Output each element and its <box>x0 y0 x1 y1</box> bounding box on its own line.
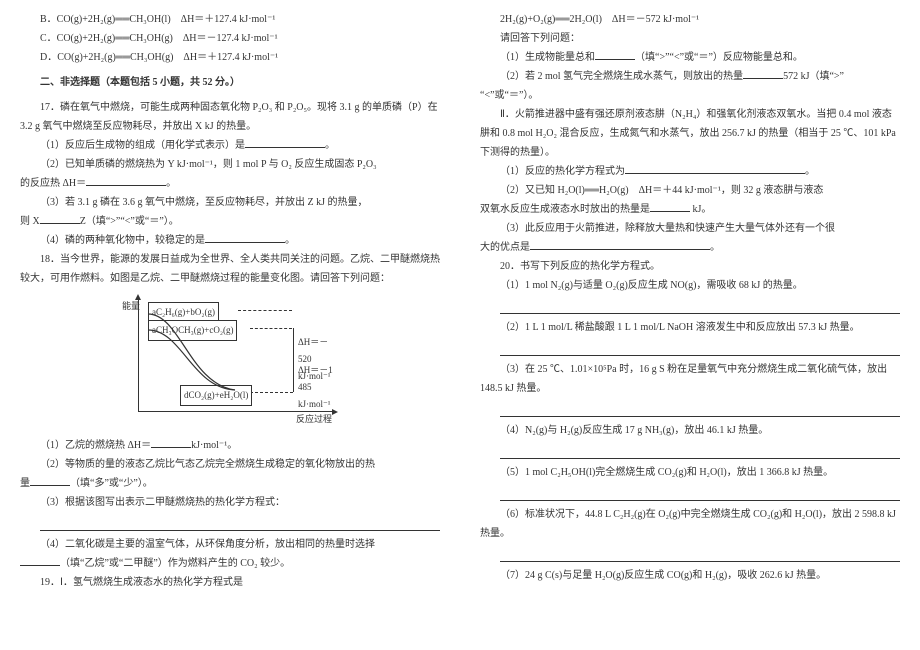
q17-3b-mid: Z（填“>”“<”或“＝”）。 <box>80 216 179 227</box>
q20-4: （4）N₂(g)与 H₂(g)反应生成 17 g NH₃(g)，放出 46.1 … <box>480 421 900 440</box>
q20-6: （6）标准状况下，44.8 L C₂H₂(g)在 O₂(g)中完全燃烧生成 CO… <box>480 505 900 543</box>
q19-II-3a: （3）此反应用于火箭推进，除释放大量热和快速产生大量气体外还有一个很 <box>480 219 900 238</box>
q18-3: （3）根据该图写出表示二甲醚燃烧热的热化学方程式： <box>20 493 440 512</box>
q19-2-mid: 572 kJ（填“>” <box>783 71 844 82</box>
option-c: C．CO(g)+2H₂(g)══CH₃OH(g) ΔH＝－127.4 kJ·mo… <box>20 29 440 48</box>
q19-II-1: （1）反应的热化学方程式为。 <box>480 162 900 181</box>
q19-1-pre: （1）生成物能量总和 <box>500 52 595 63</box>
q19-II-2b: 双氧水反应生成液态水时放出的热量是 kJ。 <box>480 200 900 219</box>
blank <box>40 213 80 224</box>
q19-II-3b: 大的优点是。 <box>480 238 900 257</box>
q20-1: （1）1 mol N₂(g)与适量 O₂(g)反应生成 NO(g)，需吸收 68… <box>480 276 900 295</box>
q18-4b-suf: （填“乙烷”或“二甲醚”）作为燃料产生的 CO₂ 较少。 <box>60 558 290 569</box>
curve-icon <box>140 310 250 406</box>
q20-2: （2）1 L 1 mol/L 稀盐酸跟 1 L 1 mol/L NaOH 溶液发… <box>480 318 900 337</box>
q19-prompt: 请回答下列问题： <box>480 29 900 48</box>
q17-2b: 的反应热 ΔH＝。 <box>20 174 440 193</box>
bracket-1 <box>289 328 294 392</box>
q19-1: （1）生成物能量总和 （填“>”“<”或“＝”）反应物能量总和。 <box>480 48 900 67</box>
blank <box>205 232 285 243</box>
answer-line <box>500 402 900 417</box>
answer-line <box>500 341 900 356</box>
q18-4a: （4）二氧化碳是主要的温室气体，从环保角度分析，放出相同的热量时选择 <box>20 535 440 554</box>
answer-line <box>500 486 900 501</box>
q19-II-stem: Ⅱ．火箭推进器中盛有强还原剂液态肼（N₂H₄）和强氧化剂液态双氧水。当把 0.4… <box>480 105 900 162</box>
answer-line <box>40 516 440 531</box>
section-2-title: 二、非选择题（本题包括 5 小题，共 52 分。） <box>20 73 440 92</box>
q19-II-2b-pre: 双氧水反应生成液态水时放出的热量是 <box>480 204 650 215</box>
q18-2a: （2）等物质的量的液态乙烷比气态乙烷完全燃烧生成稳定的氧化物放出的热 <box>20 455 440 474</box>
answer-line <box>500 547 900 562</box>
q17-4: （4）磷的两种氧化物中，较稳定的是。 <box>20 231 440 250</box>
right-column: 2H₂(g)+O₂(g)══2H₂O(l) ΔH＝－572 kJ·mol⁻¹ 请… <box>480 10 900 592</box>
q20-3: （3）在 25 ℃、1.01×10⁵Pa 时，16 g S 粉在足量氧气中充分燃… <box>480 360 900 398</box>
q19-1-suf: （填“>”“<”或“＝”）反应物能量总和。 <box>635 52 803 63</box>
q19-II-3b-text: 大的优点是 <box>480 242 530 253</box>
q17-4-text: （4）磷的两种氧化物中，较稳定的是 <box>40 235 205 246</box>
q17-3a: （3）若 3.1 g 磷在 3.6 g 氧气中燃烧，至反应物耗尽，并放出 Z k… <box>20 193 440 212</box>
q18-stem: 18．当今世界，能源的发展日益成为全世界、全人类共同关注的问题。乙烷、二甲醚燃烧… <box>20 250 440 288</box>
blank <box>530 239 710 250</box>
left-column: B．CO(g)+2H₂(g)══CH₃OH(l) ΔH＝＋127.4 kJ·mo… <box>20 10 440 592</box>
option-b: B．CO(g)+2H₂(g)══CH₃OH(l) ΔH＝＋127.4 kJ·mo… <box>20 10 440 29</box>
blank <box>151 437 191 448</box>
q19-II-1-text: （1）反应的热化学方程式为 <box>500 166 625 177</box>
blank <box>625 163 805 174</box>
blank <box>86 175 166 186</box>
q19-eq: 2H₂(g)+O₂(g)══2H₂O(l) ΔH＝－572 kJ·mol⁻¹ <box>480 10 900 29</box>
q18-1-pre: （1）乙烷的燃烧热 ΔH＝ <box>40 440 151 451</box>
energy-diagram: 能量 反应过程 aC₂H₆(g)+bO₂(g) aCH₃OCH₃(g)+cO₂(… <box>120 292 340 432</box>
q18-2b-pre: 量 <box>20 478 30 489</box>
blank <box>650 201 690 212</box>
answer-line <box>500 299 900 314</box>
q17-stem: 17．磷在氧气中燃烧，可能生成两种固态氧化物 P₂O₃ 和 P₂O₅。现将 3.… <box>20 98 440 136</box>
blank <box>245 137 325 148</box>
blank <box>595 49 635 60</box>
q17-1: （1）反应后生成物的组成（用化学式表示）是。 <box>20 136 440 155</box>
q17-3b: 则 X Z（填“>”“<”或“＝”）。 <box>20 212 440 231</box>
q19-2-pre: （2）若 2 mol 氢气完全燃烧生成水蒸气，则放出的热量 <box>500 71 743 82</box>
q19-II-2b-suf: kJ。 <box>690 204 711 215</box>
dh2-label: ΔH＝－1 485 kJ·mol⁻¹ <box>298 362 340 413</box>
dash-line <box>250 328 292 329</box>
q19-2a: （2）若 2 mol 氢气完全燃烧生成水蒸气，则放出的热量 572 kJ（填“>” <box>480 67 900 86</box>
q17-2a: （2）已知单质磷的燃烧热为 Y kJ·mol⁻¹，则 1 mol P 与 O₂ … <box>20 155 440 174</box>
q18-1: （1）乙烷的燃烧热 ΔH＝ kJ·mol⁻¹。 <box>20 436 440 455</box>
q18-4b: （填“乙烷”或“二甲醚”）作为燃料产生的 CO₂ 较少。 <box>20 554 440 573</box>
option-d: D．CO(g)+2H₂(g)══CH₃OH(g) ΔH＝＋127.4 kJ·mo… <box>20 48 440 67</box>
q18-2b: 量 （填“多”或“少”）。 <box>20 474 440 493</box>
q17-3b-pre: 则 X <box>20 216 40 227</box>
q19-2b: “<”或“＝”）。 <box>480 86 900 105</box>
q20-7: （7）24 g C(s)与足量 H₂O(g)反应生成 CO(g)和 H₂(g)，… <box>480 566 900 585</box>
xlabel: 反应过程 <box>296 411 332 428</box>
q20-stem: 20．书写下列反应的热化学方程式。 <box>480 257 900 276</box>
page-container: B．CO(g)+2H₂(g)══CH₃OH(l) ΔH＝＋127.4 kJ·mo… <box>0 0 920 602</box>
answer-line <box>500 444 900 459</box>
q20-5: （5）1 mol C₂H₅OH(l)完全燃烧生成 CO₂(g)和 H₂O(l)，… <box>480 463 900 482</box>
ylabel: 能量 <box>122 298 140 315</box>
axis-y <box>138 298 139 412</box>
q18-1-suf: kJ·mol⁻¹。 <box>191 440 237 451</box>
q18-2b-suf: （填“多”或“少”）。 <box>70 478 153 489</box>
blank <box>30 475 70 486</box>
q19-stem: 19．Ⅰ．氢气燃烧生成液态水的热化学方程式是 <box>20 573 440 592</box>
blank <box>743 68 783 79</box>
q17-2b-text: 的反应热 ΔH＝ <box>20 178 86 189</box>
q19-II-2a: （2）又已知 H₂O(l)══H₂O(g) ΔH＝＋44 kJ·mol⁻¹，则 … <box>480 181 900 200</box>
q17-1-text: （1）反应后生成物的组成（用化学式表示）是 <box>40 140 245 151</box>
blank <box>20 555 60 566</box>
